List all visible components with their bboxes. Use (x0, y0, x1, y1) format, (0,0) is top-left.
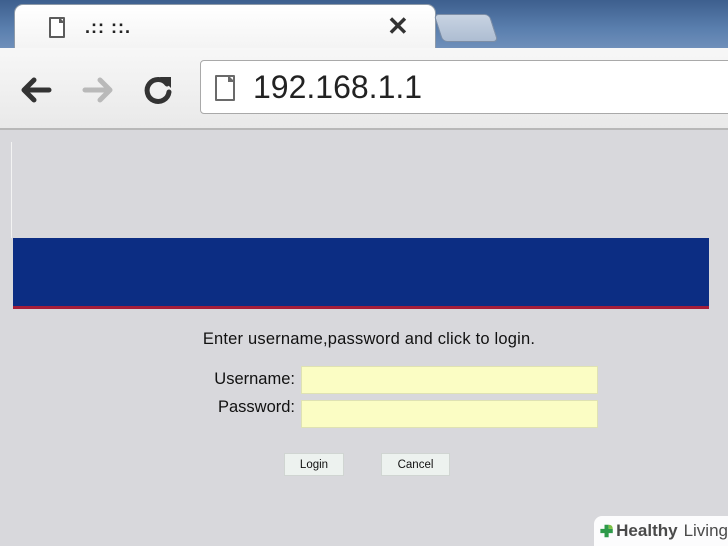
healthy-living-watermark: Healthy Living (594, 516, 728, 546)
header-banner (13, 238, 709, 309)
browser-tab[interactable]: .:: ::. ✕ (14, 4, 436, 51)
browser-titlebar: .:: ::. ✕ (0, 0, 728, 51)
browser-toolbar: 192.168.1.1 (0, 48, 728, 130)
forward-arrow-icon (82, 77, 113, 103)
username-field[interactable] (301, 366, 598, 394)
page-icon (215, 75, 235, 101)
login-instructions: Enter username,password and click to log… (202, 330, 536, 348)
tab-title: .:: ::. (85, 17, 131, 37)
back-button[interactable] (16, 70, 56, 110)
back-arrow-icon (21, 77, 52, 103)
page-content: Enter username,password and click to log… (0, 130, 728, 546)
password-field[interactable] (301, 400, 598, 428)
watermark-brand-bold: Healthy (616, 521, 678, 540)
password-label: Password: (217, 398, 295, 416)
new-tab-button[interactable] (433, 14, 499, 42)
reload-icon (144, 76, 172, 104)
plus-leaf-icon (600, 524, 613, 538)
page-icon (49, 17, 65, 38)
forward-button[interactable] (78, 70, 118, 110)
reload-button[interactable] (138, 70, 178, 110)
username-label: Username: (214, 370, 295, 388)
close-tab-icon[interactable]: ✕ (387, 11, 409, 41)
watermark-brand-light: Living (683, 521, 728, 540)
cancel-button[interactable]: Cancel (381, 453, 450, 476)
address-url[interactable]: 192.168.1.1 (253, 69, 422, 106)
address-bar[interactable]: 192.168.1.1 (200, 60, 728, 114)
divider (11, 142, 12, 238)
login-button[interactable]: Login (284, 453, 344, 476)
